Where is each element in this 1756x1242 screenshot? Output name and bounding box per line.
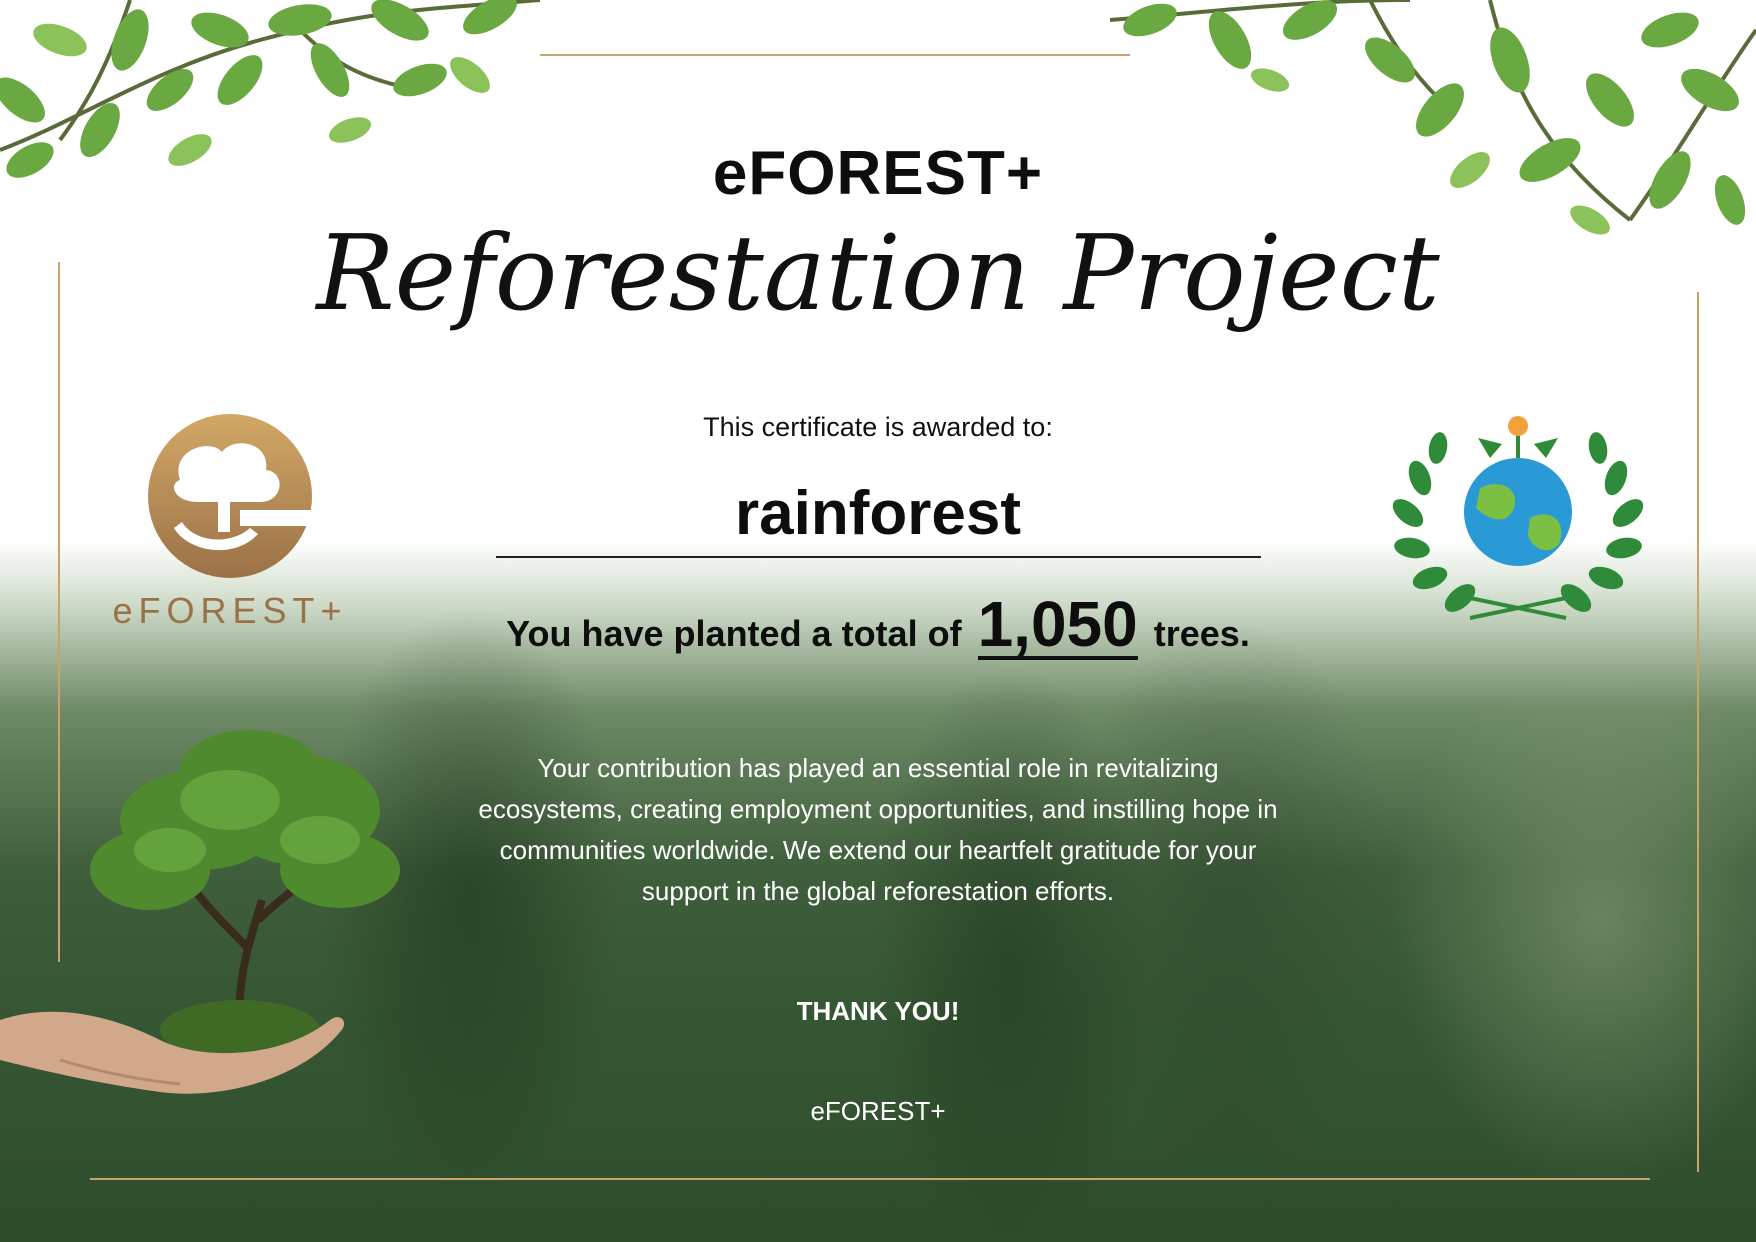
planted-prefix: You have planted a total of [506, 613, 962, 654]
brand-title: eFOREST+ [712, 139, 1044, 208]
tree-count: 1,050 [977, 588, 1138, 660]
tree-in-hand-icon [0, 730, 400, 1094]
name-underline [496, 556, 1261, 558]
frame-top-line [540, 54, 1130, 56]
earth-laurel-wreath-icon [1392, 416, 1644, 620]
frame-bottom-line [90, 1178, 1650, 1180]
planted-suffix: trees. [1153, 613, 1250, 654]
logo-wordmark: eFOREST+ [112, 590, 348, 631]
certificate: eFOREST+ Reforestation Project This cert… [0, 0, 1756, 1242]
certificate-title: Reforestation Project [316, 212, 1440, 334]
gratitude-message: Your contribution has played an essentia… [478, 753, 1278, 906]
